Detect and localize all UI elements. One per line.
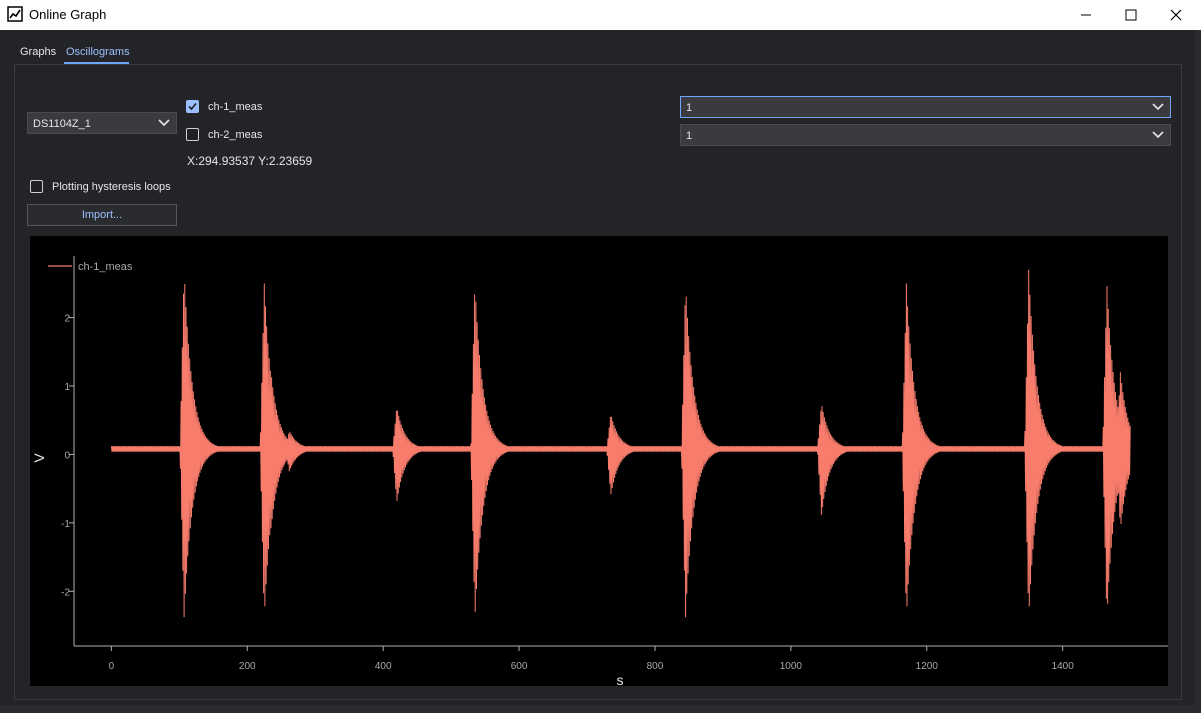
- chevron-down-icon: [158, 119, 170, 127]
- x-tick-label: 1400: [1052, 661, 1075, 672]
- cursor-coordinates: X:294.93537 Y:2.23659: [187, 154, 313, 168]
- y-axis-label: V: [31, 453, 47, 463]
- y-tick-label: 1: [64, 382, 70, 393]
- import-button[interactable]: Import...: [27, 204, 177, 226]
- ch1-checkbox[interactable]: [186, 100, 199, 113]
- window-title: Online Graph: [29, 7, 107, 22]
- x-tick-label: 800: [647, 661, 664, 672]
- ch1-scale-select[interactable]: 1: [680, 96, 1171, 118]
- hysteresis-checkbox[interactable]: [30, 180, 43, 193]
- y-tick-label: 0: [64, 450, 70, 461]
- ch2-checkbox[interactable]: [186, 128, 199, 141]
- ch2-scale-value: 1: [686, 130, 693, 142]
- ch2-label: ch-2_meas: [208, 129, 263, 141]
- close-icon: [1170, 9, 1182, 21]
- x-tick-label: 200: [239, 661, 256, 672]
- x-tick-label: 400: [375, 661, 392, 672]
- maximize-icon: [1125, 9, 1137, 21]
- hysteresis-label: Plotting hysteresis loops: [52, 181, 171, 193]
- y-tick-label: 2: [64, 314, 70, 325]
- chevron-down-icon: [1152, 103, 1164, 111]
- series-line-ch1: [110, 269, 1131, 618]
- x-tick-label: 1200: [916, 661, 939, 672]
- ch1-scale-value: 1: [686, 102, 693, 114]
- right-edge: [1195, 30, 1201, 713]
- status-strip: [0, 705, 1201, 713]
- device-select[interactable]: DS1104Z_1: [27, 112, 177, 134]
- legend-label-ch1: ch-1_meas: [78, 261, 133, 273]
- close-button[interactable]: [1153, 0, 1199, 30]
- maximize-button[interactable]: [1108, 0, 1154, 30]
- x-axis-label: s: [617, 672, 624, 686]
- chevron-down-icon: [1152, 131, 1164, 139]
- chart-app-icon: [7, 6, 23, 22]
- device-select-value: DS1104Z_1: [33, 118, 91, 130]
- tab-graphs[interactable]: Graphs: [20, 46, 56, 58]
- ch1-label: ch-1_meas: [208, 101, 263, 113]
- minimize-button[interactable]: [1063, 0, 1109, 30]
- x-tick-label: 1000: [780, 661, 803, 672]
- minimize-icon: [1081, 14, 1091, 16]
- x-tick-label: 0: [109, 661, 115, 672]
- plot-canvas[interactable]: 2 1 0 -1 -2 0 200 400 600 800 1000 1200 1400 s Vch-1_m…: [30, 236, 1168, 686]
- checkmark-icon: [188, 102, 197, 111]
- y-tick-label: -1: [61, 519, 70, 530]
- x-tick-label: 600: [511, 661, 528, 672]
- tab-oscillograms[interactable]: Oscillograms: [66, 46, 130, 58]
- ch2-scale-select[interactable]: 1: [680, 124, 1171, 146]
- oscillogram-plot[interactable]: 2 1 0 -1 -2 0 200 400 600 800 1000 1200 1400 s Vch-1_m…: [30, 236, 1168, 686]
- title-bar: Online Graph: [0, 0, 1201, 30]
- y-tick-label: -2: [61, 587, 70, 598]
